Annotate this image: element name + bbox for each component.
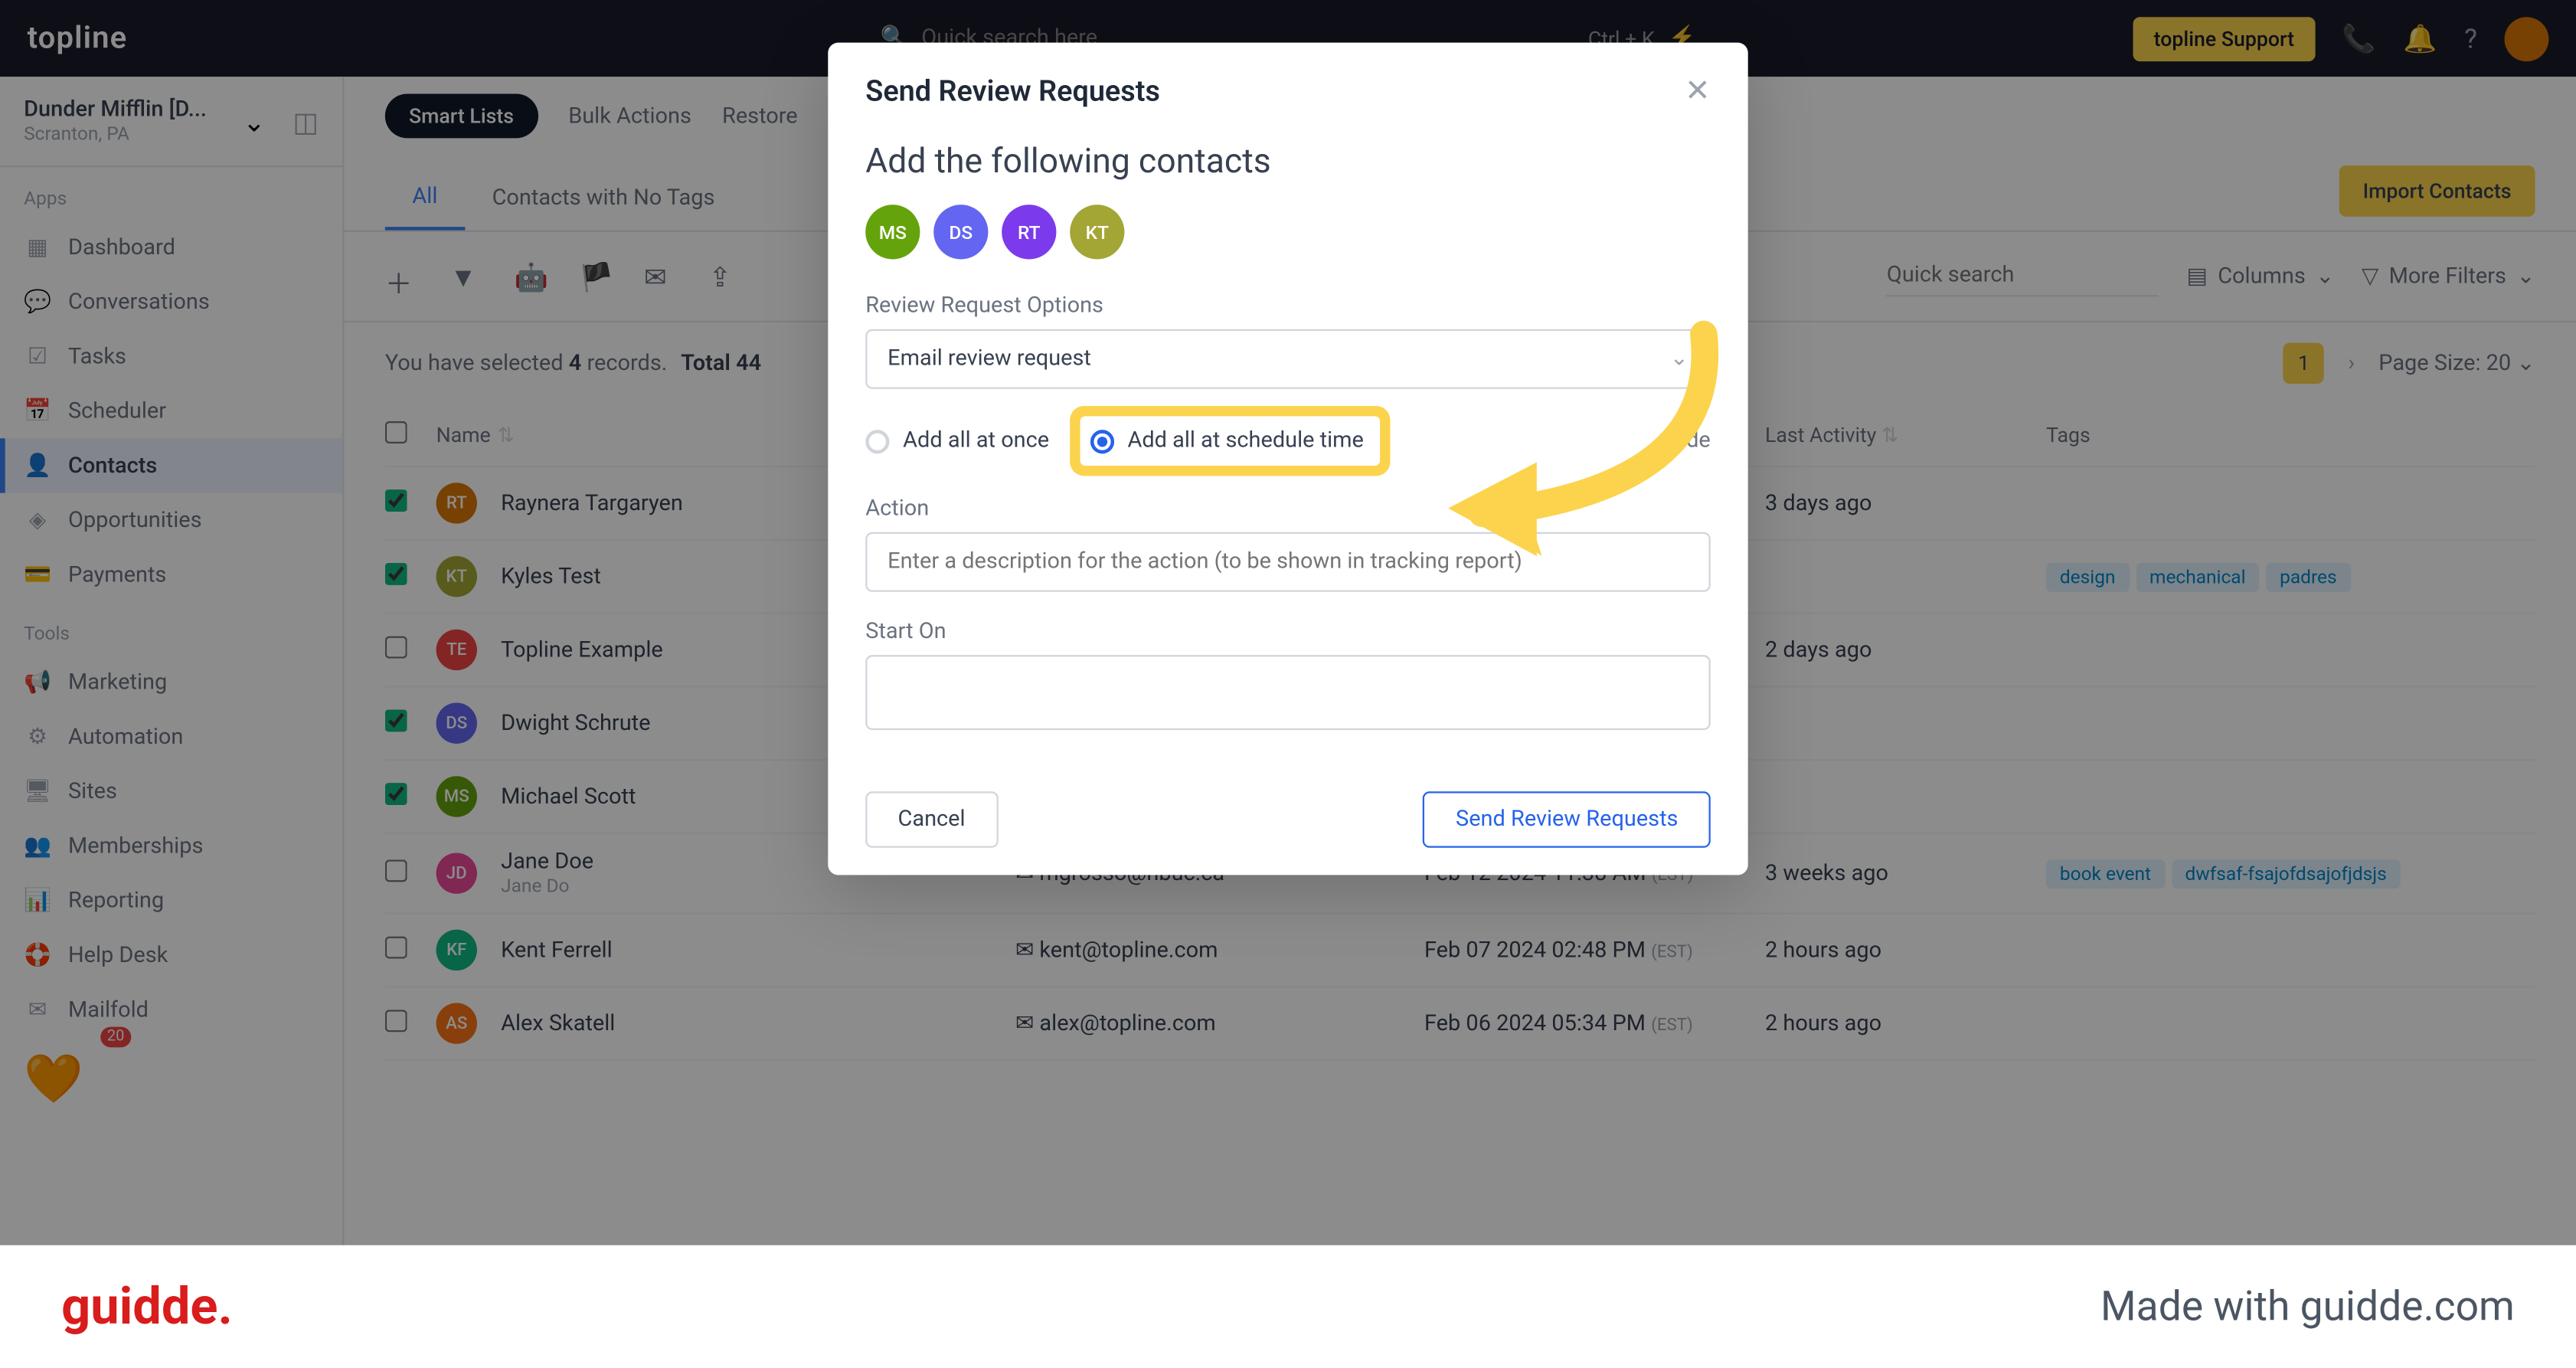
radio-add-all-at-once[interactable]: Add all at once xyxy=(865,428,1049,453)
chevron-down-icon: ⌄ xyxy=(1670,346,1688,371)
start-on-input[interactable] xyxy=(865,655,1711,730)
send-review-requests-modal: Send Review Requests ✕ Add the following… xyxy=(828,43,1747,875)
highlighted-option: Add all at schedule time xyxy=(1080,416,1381,466)
contact-avatar: DS xyxy=(933,205,988,259)
select-value: Email review request xyxy=(888,346,1091,371)
cancel-button[interactable]: Cancel xyxy=(865,791,998,847)
guidde-footer: guidde. Made with guidde.com xyxy=(0,1245,2576,1368)
contact-avatar: KT xyxy=(1070,205,1124,259)
modal-title: Send Review Requests xyxy=(865,74,1160,109)
action-description-input[interactable] xyxy=(865,532,1711,592)
contact-avatar: MS xyxy=(865,205,920,259)
send-review-requests-button[interactable]: Send Review Requests xyxy=(1424,791,1711,847)
radio-add-at-schedule-time[interactable]: Add all at schedule time xyxy=(1090,428,1364,453)
drip-mode-partial: ode xyxy=(1674,428,1711,453)
made-with-text: Made with guidde.com xyxy=(2100,1283,2515,1330)
radio-unselected-icon xyxy=(865,429,889,453)
review-options-select[interactable]: Email review request ⌄ xyxy=(865,329,1711,389)
contact-avatar: RT xyxy=(1002,205,1056,259)
guidde-logo: guidde. xyxy=(61,1277,233,1337)
close-icon[interactable]: ✕ xyxy=(1685,74,1711,110)
selected-contacts-avatars: MSDS RT KT xyxy=(865,205,1711,259)
action-label: Action xyxy=(865,496,1711,522)
radio-selected-icon xyxy=(1090,429,1114,453)
options-label: Review Request Options xyxy=(865,293,1711,319)
modal-subtitle: Add the following contacts xyxy=(865,140,1711,181)
start-on-label: Start On xyxy=(865,619,1711,644)
